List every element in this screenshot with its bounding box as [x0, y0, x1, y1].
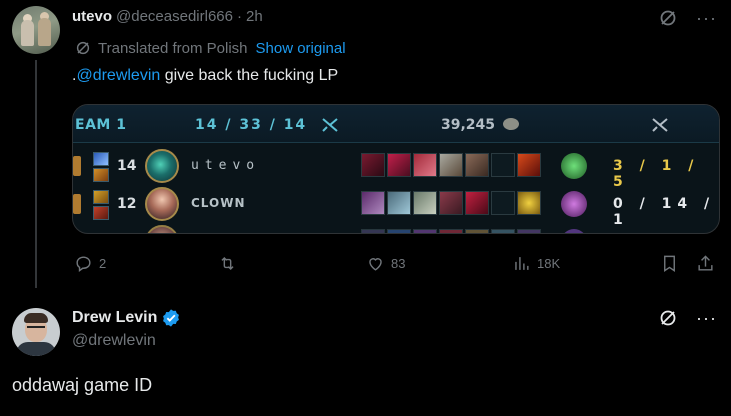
player-row-partial: [73, 223, 719, 233]
tweet-utevo[interactable]: utevo @deceasedirl666 · 2h ··· Translate…: [0, 0, 731, 292]
item-icon: [387, 153, 411, 177]
tweet-text: .@drewlevin give back the fucking LP: [72, 67, 338, 85]
summoner-spells: [93, 152, 109, 184]
champion-portrait-icon: [145, 225, 179, 233]
item-icon: [387, 229, 411, 233]
item-icon: [387, 191, 411, 215]
team-label: EAM 1: [75, 117, 127, 133]
champion-level: 12: [117, 196, 137, 212]
avatar-drew-levin[interactable]: [12, 308, 60, 356]
game-scoreboard-image[interactable]: EAM 1 14 / 33 / 14 39,245 14 utevo 3 / 1…: [72, 104, 720, 234]
team-kda: 14 / 33 / 14: [195, 117, 308, 133]
more-icon[interactable]: ···: [696, 309, 717, 327]
item-icon: [465, 229, 489, 233]
display-name[interactable]: Drew Levin: [72, 309, 157, 327]
user-handle[interactable]: @drewlevin: [72, 332, 156, 350]
player-name: utevo: [191, 158, 261, 173]
user-handle[interactable]: @deceasedirl666: [116, 8, 233, 25]
reply-icon: [76, 255, 91, 272]
empty-item-slot: [491, 191, 515, 215]
item-icon: [439, 229, 463, 233]
thread-line: [35, 60, 37, 288]
gold-coin-icon: [503, 118, 519, 130]
flash-spell-icon: [93, 152, 109, 166]
translated-label: Translated from Polish: [98, 39, 248, 57]
timestamp[interactable]: 2h: [246, 8, 263, 25]
ignite-spell-icon: [93, 168, 109, 182]
grok-icon[interactable]: [658, 8, 678, 28]
separator-dot: ·: [236, 8, 242, 25]
rune-icon: [73, 156, 81, 176]
item-icon: [361, 153, 385, 177]
text-rest: give back the fucking LP: [160, 67, 339, 84]
tweet-text: oddawaj game ID: [12, 375, 153, 395]
views-button[interactable]: 18K: [512, 253, 560, 273]
trinket-icon: [561, 191, 587, 217]
item-icon: [491, 229, 515, 233]
views-icon: [515, 256, 529, 270]
retweet-button[interactable]: [218, 253, 243, 273]
item-icon: [439, 191, 463, 215]
like-count: 83: [391, 255, 406, 271]
spell-icon: [93, 190, 109, 204]
champion-portrait-icon: [145, 187, 179, 221]
player-row: 14 utevo 3 / 1 / 5: [73, 147, 719, 190]
swords-icon: [322, 118, 338, 132]
tweet-header-actions: ···: [658, 8, 717, 28]
like-button[interactable]: 83: [366, 253, 405, 273]
tweet-actions: 2 83 18K: [72, 253, 720, 275]
item-icon: [413, 191, 437, 215]
item-slots: [361, 229, 541, 233]
item-slots: [361, 153, 541, 177]
player-name: CLOWN: [191, 196, 246, 210]
item-icon: [361, 229, 385, 233]
rune-icon: [73, 232, 81, 233]
bookmark-icon: [664, 255, 675, 272]
translation-row: Translated from Polish Show original: [74, 39, 346, 57]
item-icon: [439, 153, 463, 177]
share-button[interactable]: [696, 253, 715, 273]
mention-link[interactable]: @drewlevin: [76, 67, 160, 84]
summoner-spells: [93, 190, 109, 222]
champion-portrait-icon: [145, 149, 179, 183]
more-icon[interactable]: ···: [696, 9, 717, 27]
scoreboard-header: EAM 1 14 / 33 / 14 39,245: [73, 105, 719, 143]
empty-item-slot: [491, 153, 515, 177]
verified-icon: [163, 309, 180, 327]
reply-button[interactable]: 2: [74, 253, 106, 273]
trinket-icon: [561, 153, 587, 179]
bookmark-button[interactable]: [660, 253, 679, 273]
like-icon: [369, 257, 382, 271]
reply-count: 2: [99, 255, 107, 271]
item-icon: [517, 229, 541, 233]
item-slots: [361, 191, 541, 215]
trinket-icon: [561, 229, 587, 233]
tweet-header: utevo @deceasedirl666 · 2h: [72, 8, 263, 25]
translate-icon: [76, 41, 90, 55]
item-icon: [465, 153, 489, 177]
share-icon: [698, 254, 713, 271]
retweet-icon: [221, 256, 234, 270]
avatar-utevo[interactable]: [12, 6, 60, 54]
item-icon: [413, 153, 437, 177]
item-icon: [465, 191, 489, 215]
grok-icon[interactable]: [658, 308, 678, 328]
item-icon: [413, 229, 437, 233]
show-original-link[interactable]: Show original: [256, 40, 346, 57]
item-icon: [517, 153, 541, 177]
display-name[interactable]: utevo: [72, 8, 112, 25]
player-row: 12 CLOWN 0 / 14 / 1: [73, 185, 719, 228]
rune-icon: [73, 194, 81, 214]
swords-icon: [652, 118, 668, 132]
item-icon: [517, 191, 541, 215]
views-count: 18K: [537, 255, 561, 271]
tweet-header: Drew Levin: [72, 308, 181, 328]
tweet-header-actions: ···: [658, 308, 717, 328]
team-gold: 39,245: [441, 117, 496, 133]
item-icon: [361, 191, 385, 215]
spell-icon: [93, 206, 109, 220]
champion-level: 14: [117, 158, 137, 174]
